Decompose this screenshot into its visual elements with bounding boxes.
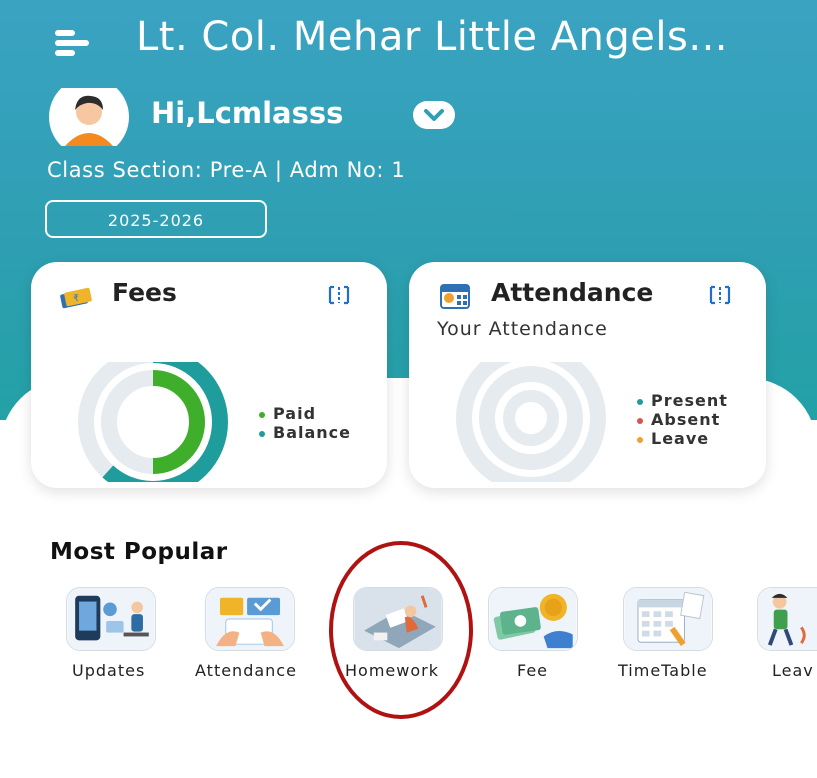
expand-icon[interactable] [708,284,732,306]
fee-label[interactable]: Fee [517,661,548,680]
updates-label[interactable]: Updates [72,661,145,680]
legend-item-present: Present [637,391,728,410]
legend-item-paid: Paid [259,404,351,423]
fee-tile[interactable] [488,587,578,651]
leave-tile[interactable] [757,587,817,651]
hamburger-menu-icon[interactable] [55,30,89,56]
updates-icon [67,588,155,650]
legend-item-balance: Balance [259,423,351,442]
most-popular-heading: Most Popular [50,539,228,565]
calendar-icon [440,284,470,309]
leave-icon [758,588,817,650]
fees-donut-chart [78,362,228,482]
school-title: Lt. Col. Mehar Little Angels... [136,14,729,60]
class-info: Class Section: Pre-A | Adm No: 1 [47,158,406,182]
money-icon: ₹ [60,287,92,309]
chevron-down-icon [424,109,444,121]
updates-tile[interactable] [66,587,156,651]
fees-title: Fees [112,278,177,307]
account-dropdown-button[interactable] [413,101,455,129]
attendance-icon [206,588,294,650]
avatar[interactable] [47,88,131,146]
attendance-subtitle: Your Attendance [437,318,608,340]
legend-item-absent: Absent [637,410,728,429]
attendance-tile[interactable] [205,587,295,651]
attendance-label[interactable]: Attendance [195,661,297,680]
fees-legend: Paid Balance [259,404,351,442]
fee-icon [489,588,577,650]
expand-icon[interactable] [327,284,351,306]
attendance-card[interactable]: Attendance Your Attendance Present Absen… [409,262,766,488]
timetable-icon [624,588,712,650]
attendance-donut-chart [456,362,606,482]
homework-highlight-annotation [329,541,473,719]
fees-card[interactable]: ₹ Fees Paid Balance [31,262,387,488]
svg-text:₹: ₹ [73,294,79,304]
timetable-label[interactable]: TimeTable [618,661,708,680]
legend-item-leave: Leave [637,429,728,448]
attendance-legend: Present Absent Leave [637,391,728,448]
attendance-title: Attendance [491,278,654,307]
session-selector[interactable]: 2025-2026 [45,200,267,238]
leave-label[interactable]: Leav [772,661,814,680]
timetable-tile[interactable] [623,587,713,651]
greeting-text: Hi,Lcmlasss [151,96,344,130]
